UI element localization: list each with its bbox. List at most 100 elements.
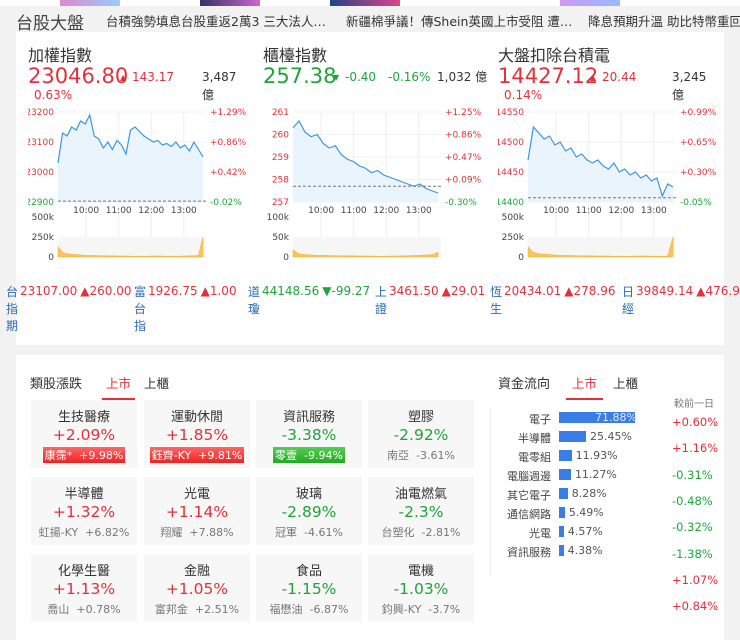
volume-tick-label: 100k — [267, 213, 290, 223]
flow-change: -0.31% — [672, 467, 713, 482]
sector-cell[interactable]: 食品 -1.15% 福懋油 -6.87% — [256, 554, 362, 622]
tab-listed[interactable]: 上市 — [102, 373, 136, 400]
index-change: 20.44 — [602, 70, 637, 84]
sector-cell[interactable]: 半導體 +1.32% 虹揚-KY +6.82% — [31, 477, 137, 545]
index-panel[interactable]: 大盤扣除台積電 14427.12 ▲ 20.44 0.14% 3,245 億 14550 +0.… — [498, 42, 728, 272]
market-ticker[interactable]: 道瓊 44148.56 ▼-99.27 — [248, 284, 370, 318]
sector-cell[interactable]: 生技醫療 +2.09% 康霈* +9.98% — [31, 400, 137, 468]
sector-cell[interactable]: 電機 -1.03% 鈞興-KY -3.7% — [368, 554, 474, 622]
sector-cell[interactable]: 金融 +1.05% 富邦金 +2.51% — [144, 554, 250, 622]
top-stock[interactable]: 喬山 +0.78% — [45, 601, 122, 617]
percent-tick-label: -0.30% — [445, 198, 477, 208]
sector-percent: +1.05% — [165, 580, 229, 598]
market-ticker[interactable]: 恆生 20434.01 ▲278.96 — [490, 284, 615, 318]
top-stock[interactable]: 翔耀 +7.88% — [158, 524, 235, 540]
flow-tab-otc[interactable]: 上櫃 — [613, 373, 638, 392]
sector-cell[interactable]: 化學生醫 +1.13% 喬山 +0.78% — [31, 554, 137, 622]
sector-percent: -2.89% — [281, 503, 337, 521]
index-price: 23046.80 — [28, 64, 129, 88]
sector-name: 電機 — [407, 564, 434, 579]
sector-name: 玻璃 — [295, 487, 322, 502]
top-stock[interactable]: 冠軍 -4.61% — [273, 524, 345, 540]
volume-tick-label: 0 — [518, 253, 524, 262]
flow-bar — [559, 507, 565, 518]
y-tick-label: 23100 — [28, 138, 54, 148]
time-label: 12:00 — [373, 206, 399, 216]
top-stock[interactable]: 富邦金 +2.51% — [153, 601, 241, 617]
index-panel[interactable]: 加權指數 23046.80 ▲ 143.17 0.63% 3,487 億 23200 +1.29… — [28, 42, 258, 272]
y-tick-label: 260 — [272, 131, 289, 141]
top-stock[interactable]: 虹揚-KY +6.82% — [37, 524, 132, 540]
ticker-label: 恆生 — [490, 285, 503, 316]
flow-sector-name: 電零組 — [518, 451, 551, 464]
percent-tick-label: +0.99% — [680, 108, 717, 118]
flow-percent: 11.27% — [574, 468, 617, 481]
sector-name: 食品 — [295, 564, 322, 579]
time-label: 10:00 — [308, 206, 334, 216]
top-stock[interactable]: 台塑化 -2.81% — [380, 524, 463, 540]
time-label: 10:00 — [73, 206, 99, 216]
top-stock[interactable]: 康霈* +9.98% — [42, 447, 126, 463]
y-tick-label: 23200 — [28, 108, 54, 118]
index-name: 大盤扣除台積電 — [498, 46, 611, 65]
flow-sector-name: 其它電子 — [507, 489, 551, 502]
time-label: 13:00 — [171, 206, 197, 216]
flow-change: +0.60% — [672, 415, 719, 429]
sector-cell[interactable]: 塑膠 -2.92% 南亞 -3.61% — [368, 400, 474, 468]
ticker-value: 39849.14 — [636, 284, 694, 298]
ticker-change: ▲260.00 — [80, 284, 132, 298]
volume-value: 3,487 — [202, 70, 237, 84]
ticker-value: 44148.56 — [262, 284, 320, 298]
market-ticker[interactable]: 上證 3461.50 ▲29.01 — [375, 284, 485, 318]
percent-tick-label: +0.86% — [210, 138, 247, 148]
percent-tick-label: +1.29% — [210, 108, 247, 118]
top-stock[interactable]: 福懋油 -6.87% — [268, 601, 351, 617]
index-price: 257.38 — [263, 64, 337, 88]
time-label: 10:00 — [543, 206, 569, 216]
y-tick-label: 261 — [272, 108, 289, 118]
sector-name: 資訊服務 — [282, 410, 335, 425]
ticker-value: 3461.50 — [389, 284, 439, 298]
sector-name: 化學生醫 — [57, 564, 110, 579]
sector-cell[interactable]: 玻璃 -2.89% 冠軍 -4.61% — [256, 477, 362, 545]
news-link[interactable]: 新疆棉爭議！傳Shein英國上市受阻 遭… — [346, 11, 572, 30]
news-link[interactable]: 降息預期升溫 助比特幣重回 — [588, 11, 740, 30]
index-name: 櫃檯指數 — [263, 46, 328, 65]
percent-tick-label: -0.02% — [210, 198, 242, 208]
top-stock[interactable]: 零壹 -9.94% — [273, 447, 345, 463]
sector-cell[interactable]: 資訊服務 -3.38% 零壹 -9.94% — [256, 400, 362, 468]
market-ticker[interactable]: 台指期 23107.00 ▲260.00 — [6, 284, 131, 335]
percent-tick-label: +0.47% — [445, 153, 482, 163]
ticker-change: ▼-99.27 — [322, 284, 371, 298]
time-label: 12:00 — [138, 206, 164, 216]
index-panel[interactable]: 櫃檯指數 257.38 ▼ -0.40 -0.16% 1,032 億 261 +1.25% 26… — [263, 42, 493, 272]
y-tick-label: 14450 — [498, 168, 524, 178]
ticker-change: ▲476.91 — [696, 284, 740, 298]
ticker-value: 20434.01 — [504, 284, 562, 298]
top-stock[interactable]: 鈺齊-KY +9.81% — [149, 447, 245, 463]
sector-cell[interactable]: 油電燃氣 -2.3% 台塑化 -2.81% — [368, 477, 474, 545]
flow-tab-listed[interactable]: 上市 — [566, 373, 604, 400]
market-ticker[interactable]: 日經39849.14▲476.91 — [622, 284, 740, 318]
time-label: 11:00 — [576, 206, 602, 216]
sector-cell[interactable]: 光電 +1.14% 翔耀 +7.88% — [144, 477, 250, 545]
flow-bar — [559, 526, 564, 537]
news-link[interactable]: 台積強勢填息台股重返2萬3 三大法人… — [106, 11, 326, 30]
sector-percent: +1.85% — [165, 426, 229, 444]
market-ticker[interactable]: 富台指 1926.75 ▲1.00 — [134, 284, 237, 335]
arrow-down-icon: ▼ — [333, 73, 340, 82]
tab-otc[interactable]: 上櫃 — [144, 373, 169, 392]
index-change: 143.17 — [132, 70, 174, 84]
top-stock[interactable]: 南亞 -3.61% — [385, 447, 457, 463]
top-stock[interactable]: 鈞興-KY -3.7% — [380, 601, 462, 617]
y-tick-label: 257 — [272, 198, 289, 208]
sector-percent: +1.14% — [165, 503, 229, 521]
volume-tick-label: 50k — [272, 233, 289, 243]
sector-cell[interactable]: 運動休閒 +1.85% 鈺齊-KY +9.81% — [144, 400, 250, 468]
sector-percent: -1.15% — [281, 580, 337, 598]
percent-tick-label: +0.65% — [680, 138, 717, 148]
time-label: 11:00 — [341, 206, 367, 216]
time-label: 13:00 — [641, 206, 667, 216]
volume-tick-label: 500k — [32, 213, 55, 223]
time-label: 13:00 — [406, 206, 432, 216]
